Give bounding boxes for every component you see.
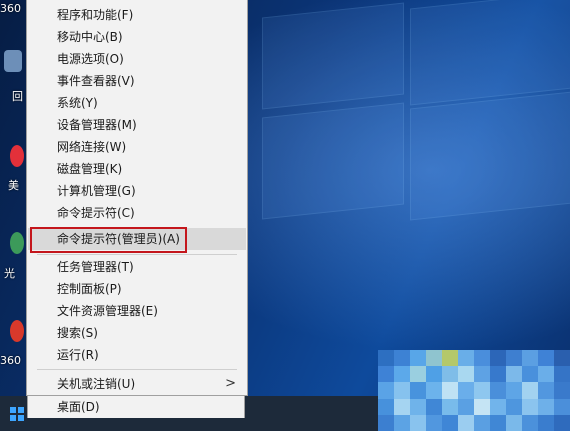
desktop-icon-label: 360 — [0, 2, 21, 15]
menu-item-system[interactable]: 系统(Y) — [28, 92, 246, 114]
pixelated-region — [378, 350, 570, 431]
wallpaper-pane — [262, 2, 404, 110]
menu-item-shutdown-signout[interactable]: 关机或注销(U) > — [28, 373, 246, 395]
desktop-icon-guangying[interactable]: 光 — [0, 232, 28, 280]
windows-logo-icon — [10, 406, 24, 421]
menu-item-device-manager[interactable]: 设备管理器(M) — [28, 114, 246, 136]
wallpaper-pane — [410, 91, 570, 221]
menu-item-command-prompt-admin[interactable]: 命令提示符(管理员)(A) — [28, 228, 246, 250]
wallpaper-pane — [262, 102, 404, 220]
power-user-menu: 程序和功能(F) 移动中心(B) 电源选项(O) 事件查看器(V) 系统(Y) … — [26, 0, 248, 396]
desktop-icon-label: 美 — [8, 179, 19, 192]
menu-item-programs-features[interactable]: 程序和功能(F) — [28, 4, 246, 26]
chevron-right-icon: > — [225, 376, 236, 391]
desktop-icon-label: 360 — [0, 354, 21, 367]
wallpaper-pane — [410, 0, 570, 106]
menu-item-event-viewer[interactable]: 事件查看器(V) — [28, 70, 246, 92]
menu-separator — [37, 254, 237, 255]
desktop-icon-360-2[interactable]: 360 — [0, 320, 28, 367]
menu-item-task-manager[interactable]: 任务管理器(T) — [28, 256, 246, 278]
desktop-icon-label: 回 — [12, 90, 23, 103]
menu-item-label: 关机或注销(U) — [57, 377, 136, 391]
menu-separator — [37, 369, 237, 370]
menu-item-file-explorer[interactable]: 文件资源管理器(E) — [28, 300, 246, 322]
desktop-icon-label: 光 — [4, 267, 15, 280]
menu-item-power-options[interactable]: 电源选项(O) — [28, 48, 246, 70]
menu-item-control-panel[interactable]: 控制面板(P) — [28, 278, 246, 300]
app-icon — [10, 320, 24, 342]
menu-item-mobility-center[interactable]: 移动中心(B) — [28, 26, 246, 48]
menu-item-run[interactable]: 运行(R) — [28, 344, 246, 366]
menu-item-desktop[interactable]: 桌面(D) — [27, 396, 245, 418]
app-icon — [10, 145, 24, 167]
menu-item-disk-management[interactable]: 磁盘管理(K) — [28, 158, 246, 180]
menu-item-search[interactable]: 搜索(S) — [28, 322, 246, 344]
menu-item-computer-management[interactable]: 计算机管理(G) — [28, 180, 246, 202]
menu-item-command-prompt[interactable]: 命令提示符(C) — [28, 202, 246, 224]
desktop-icon-meitu[interactable]: 美 — [0, 145, 28, 192]
app-icon — [10, 232, 24, 254]
recycle-bin-icon — [4, 50, 22, 72]
desktop-icon-recycle[interactable]: 回 — [0, 50, 28, 103]
menu-item-network-connections[interactable]: 网络连接(W) — [28, 136, 246, 158]
